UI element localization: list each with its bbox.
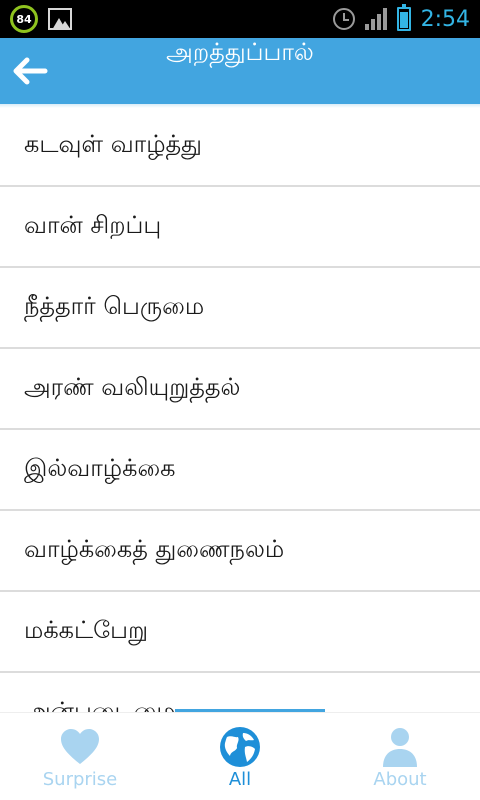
tab-all-label: All xyxy=(228,769,252,790)
chapter-item[interactable]: மக்கட்பேறு xyxy=(0,592,480,673)
globe-icon xyxy=(220,727,260,767)
gallery-icon xyxy=(48,8,72,30)
chapter-item[interactable]: கடவுள் வாழ்த்து xyxy=(0,106,480,187)
battery-ring-value: 84 xyxy=(16,12,32,26)
chapter-item[interactable]: அன்புடைமை xyxy=(0,673,480,712)
tab-surprise[interactable]: Surprise xyxy=(0,713,160,800)
arrow-left-icon xyxy=(13,57,48,85)
chapter-item[interactable]: இல்வாழ்க்கை xyxy=(0,430,480,511)
chapter-list[interactable]: கடவுள் வாழ்த்து வான் சிறப்பு நீத்தார் பெ… xyxy=(0,106,480,712)
battery-ring-icon: 84 xyxy=(10,5,38,33)
heart-icon xyxy=(61,729,99,764)
chapter-item[interactable]: வாழ்க்கைத் துணைநலம் xyxy=(0,511,480,592)
action-bar: அறத்துப்பால் xyxy=(0,38,480,104)
tab-all[interactable]: All xyxy=(160,713,320,800)
chapter-item[interactable]: அரண் வலியுறுத்தல் xyxy=(0,349,480,430)
alarm-icon xyxy=(332,8,355,30)
status-left: 84 xyxy=(10,5,72,33)
person-icon xyxy=(383,728,417,767)
signal-icon xyxy=(364,8,387,30)
status-right: 2:54 xyxy=(332,4,470,34)
chapter-item[interactable]: வான் சிறப்பு xyxy=(0,187,480,268)
page-title: அறத்துப்பால் xyxy=(166,38,314,66)
status-bar: 84 2:54 xyxy=(0,0,480,38)
back-button[interactable] xyxy=(6,47,54,95)
tab-about[interactable]: About xyxy=(320,713,480,800)
tab-surprise-label: Surprise xyxy=(42,769,118,790)
tab-about-label: About xyxy=(373,769,427,790)
status-clock: 2:54 xyxy=(420,6,470,32)
battery-icon xyxy=(396,4,411,31)
chapter-item[interactable]: நீத்தார் பெருமை xyxy=(0,268,480,349)
bottom-nav: Surprise All About xyxy=(0,712,480,800)
